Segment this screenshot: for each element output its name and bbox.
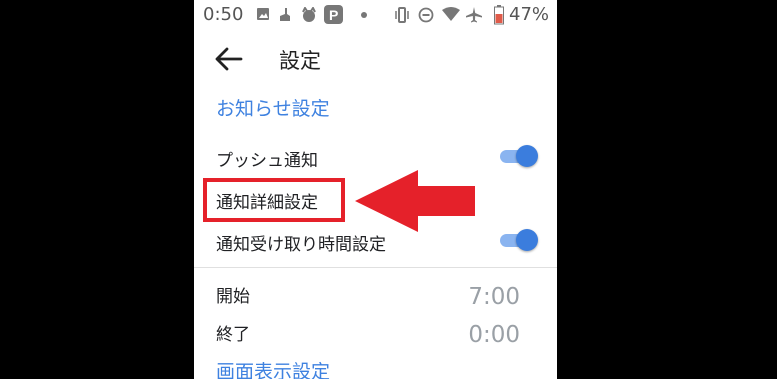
broom-icon [280,8,290,21]
battery-icon [494,5,504,25]
battery-percent: 47% [509,4,550,25]
paypay-icon: P [324,5,343,24]
airplane-icon [466,7,482,23]
red-arrow-annotation [355,170,475,232]
push-notification-toggle[interactable] [500,144,538,168]
arrow-left-icon[interactable] [214,46,244,72]
section-header-display: 画面表示設定 [216,361,331,379]
toggle-thumb [516,145,538,167]
status-time: 0:50 [203,4,244,25]
push-notification-label[interactable]: プッシュ通知 [216,146,318,171]
toggle-thumb [516,229,538,251]
svg-text:P: P [329,7,338,23]
section-header-notification: お知らせ設定 [216,98,330,120]
end-time-value[interactable]: 0:00 [468,322,520,348]
start-time-label[interactable]: 開始 [216,282,250,307]
status-bar: 0:50 P 47% [194,0,557,30]
highlight-box [203,178,345,222]
vibrate-icon [395,7,409,23]
page-title: 設定 [279,49,321,73]
dot-icon [361,12,367,18]
cat-icon [302,7,316,22]
dnd-icon [418,7,434,23]
wifi-icon [442,7,460,21]
divider [194,267,557,268]
end-time-label[interactable]: 終了 [216,320,250,345]
image-icon [257,8,269,20]
notification-time-toggle[interactable] [500,228,538,252]
start-time-value[interactable]: 7:00 [468,284,520,310]
